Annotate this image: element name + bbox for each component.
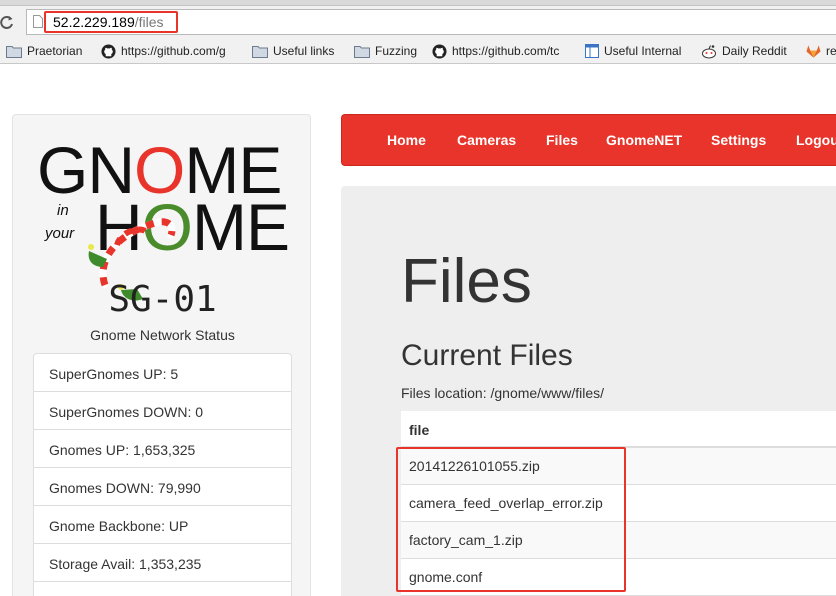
nav-cameras[interactable]: Cameras	[457, 132, 516, 148]
section-heading: Current Files	[401, 339, 573, 372]
list-item: SuperGnomes UP: 5	[34, 354, 291, 392]
bookmark-praetorian[interactable]: Praetorian	[6, 42, 82, 60]
url-host: 52.2.229.189	[53, 14, 135, 30]
table-row[interactable]: factory_cam_1.zip	[401, 522, 836, 559]
files-location-text: Files location: /gnome/www/files/	[401, 385, 605, 401]
sidebar-panel: GNOME in your HOME SG-01 Gnome Network S…	[12, 114, 311, 596]
list-item: Gnome Backbone: UP	[34, 506, 291, 544]
nav-settings[interactable]: Settings	[711, 132, 766, 148]
folder-icon	[354, 45, 370, 58]
github-icon	[432, 43, 447, 59]
folder-icon	[6, 45, 22, 58]
nav-gnomenet[interactable]: GnomeNET	[606, 132, 682, 148]
gitlab-icon	[806, 45, 821, 58]
url-path: /files	[134, 14, 164, 30]
github-icon	[101, 43, 116, 59]
bell-left	[88, 244, 94, 250]
bookmark-label: Praetorian	[27, 44, 83, 58]
bookmark-fuzzing[interactable]: Fuzzing	[354, 42, 417, 60]
logo-your-text: your	[44, 225, 75, 242]
page-icon	[33, 15, 43, 33]
bookmark-label: https://github.com/tc	[452, 44, 560, 58]
page-title: Files	[401, 247, 532, 316]
bookmark-label: Useful Internal	[604, 44, 682, 58]
bookmark-github-1[interactable]: https://github.com/g	[101, 42, 226, 60]
bookmark-github-2[interactable]: https://github.com/tc	[432, 42, 559, 60]
reload-icon[interactable]	[0, 14, 16, 30]
supergnome-title: SG-01	[108, 279, 217, 320]
table-header-file: file	[401, 411, 836, 448]
nav-logout[interactable]: Logout	[796, 132, 836, 148]
bookmark-useful-internal[interactable]: Useful Internal	[585, 42, 681, 60]
url-text: 52.2.229.189/files	[53, 14, 164, 30]
bookmarks-bar: Praetorian https://github.com/g Useful l…	[0, 38, 836, 64]
bookmark-label: re	[826, 44, 836, 58]
list-item: Gnomes DOWN: 79,990	[34, 468, 291, 506]
network-status-heading: Gnome Network Status	[90, 327, 235, 343]
bookmark-useful-links[interactable]: Useful links	[252, 42, 334, 60]
bookmark-label: Useful links	[273, 44, 335, 58]
list-item: Memory Avail: 235,235	[34, 582, 291, 596]
address-bar-row: 52.2.229.189/files	[0, 6, 836, 38]
table-row[interactable]: gnome.conf	[401, 559, 836, 596]
content-panel: Files Current Files Files location: /gno…	[341, 186, 836, 596]
bookmark-label: Fuzzing	[375, 44, 418, 58]
bookmark-label: https://github.com/g	[121, 44, 226, 58]
list-item: SuperGnomes DOWN: 0	[34, 392, 291, 430]
list-item: Storage Avail: 1,353,235	[34, 544, 291, 582]
files-table: file 20141226101055.zip camera_feed_over…	[401, 411, 836, 596]
list-item: Gnomes UP: 1,653,325	[34, 430, 291, 468]
bookmark-re[interactable]: re	[806, 42, 836, 60]
bookmark-daily-reddit[interactable]: Daily Reddit	[701, 42, 787, 60]
bookmark-label: Daily Reddit	[722, 44, 787, 58]
reddit-icon	[702, 44, 716, 58]
logo-in-text: in	[57, 202, 69, 219]
status-list: SuperGnomes UP: 5 SuperGnomes DOWN: 0 Gn…	[33, 353, 292, 596]
folder-icon	[252, 45, 268, 58]
page-icon	[585, 44, 599, 58]
url-input[interactable]: 52.2.229.189/files	[26, 9, 836, 35]
nav-home[interactable]: Home	[387, 132, 426, 148]
main-navbar: Home Cameras Files GnomeNET Settings Log…	[341, 114, 836, 166]
nav-files[interactable]: Files	[546, 132, 578, 148]
table-row[interactable]: camera_feed_overlap_error.zip	[401, 485, 836, 522]
table-row[interactable]: 20141226101055.zip	[401, 448, 836, 485]
logo-home-text: HOME	[95, 190, 289, 264]
